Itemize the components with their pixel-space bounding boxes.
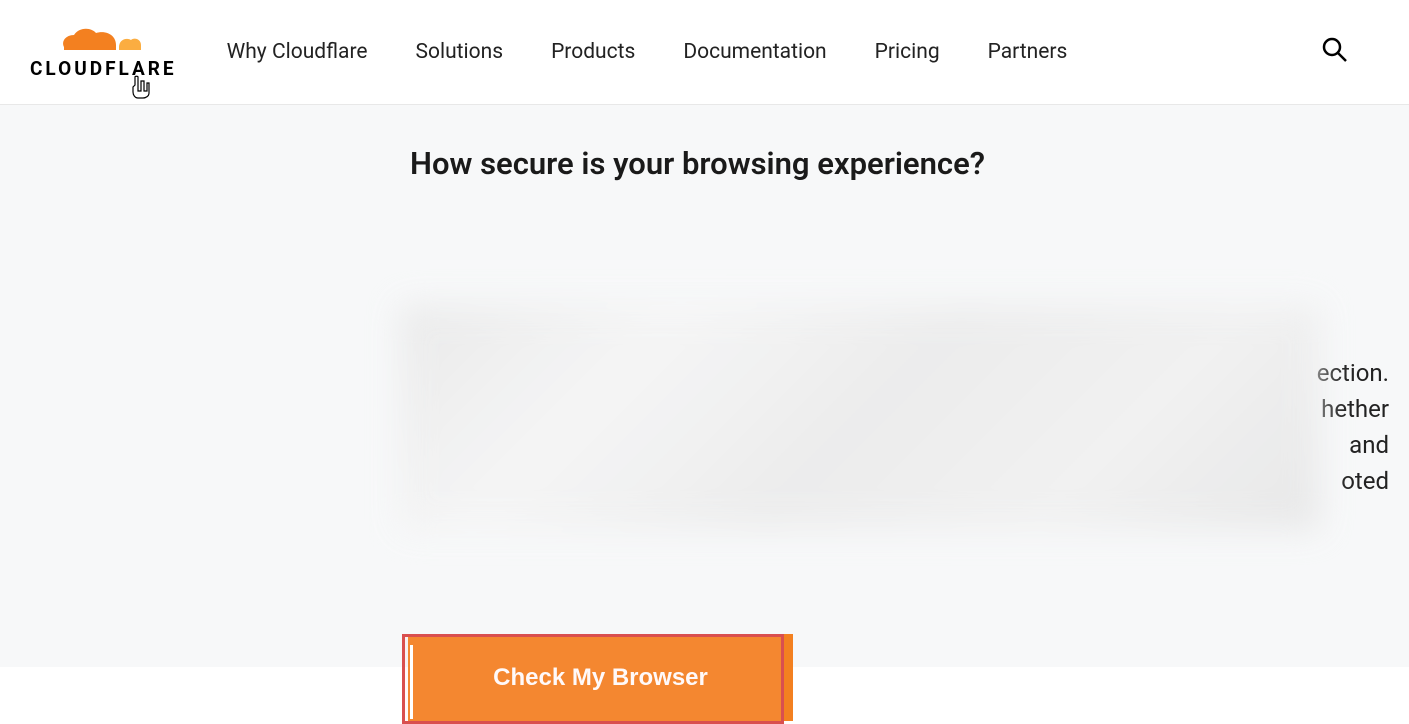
search-button[interactable] [1321,36,1349,68]
pointer-cursor-icon [128,73,156,101]
nav-products[interactable]: Products [551,40,635,64]
site-header: CLOUDFLARE Why Cloudflare Solutions Prod… [0,0,1409,105]
main-content: How secure is your browsing experience? … [0,105,1409,667]
nav-documentation[interactable]: Documentation [683,40,826,64]
cloud-icon [61,25,146,53]
nav-pricing[interactable]: Pricing [875,40,940,64]
nav-solutions[interactable]: Solutions [416,40,504,64]
check-my-browser-button[interactable]: Check My Browser [408,634,793,721]
redacted-content-region [400,305,1320,530]
partial-paragraph-text: ection. hether and oted [1317,355,1389,499]
search-icon [1321,36,1349,64]
cloudflare-logo[interactable]: CLOUDFLARE [30,25,177,80]
main-nav: Why Cloudflare Solutions Products Docume… [227,40,1321,64]
cta-label: Check My Browser [493,664,708,692]
nav-partners[interactable]: Partners [988,40,1068,64]
page-heading: How secure is your browsing experience? [410,145,1389,182]
nav-why-cloudflare[interactable]: Why Cloudflare [227,40,368,64]
